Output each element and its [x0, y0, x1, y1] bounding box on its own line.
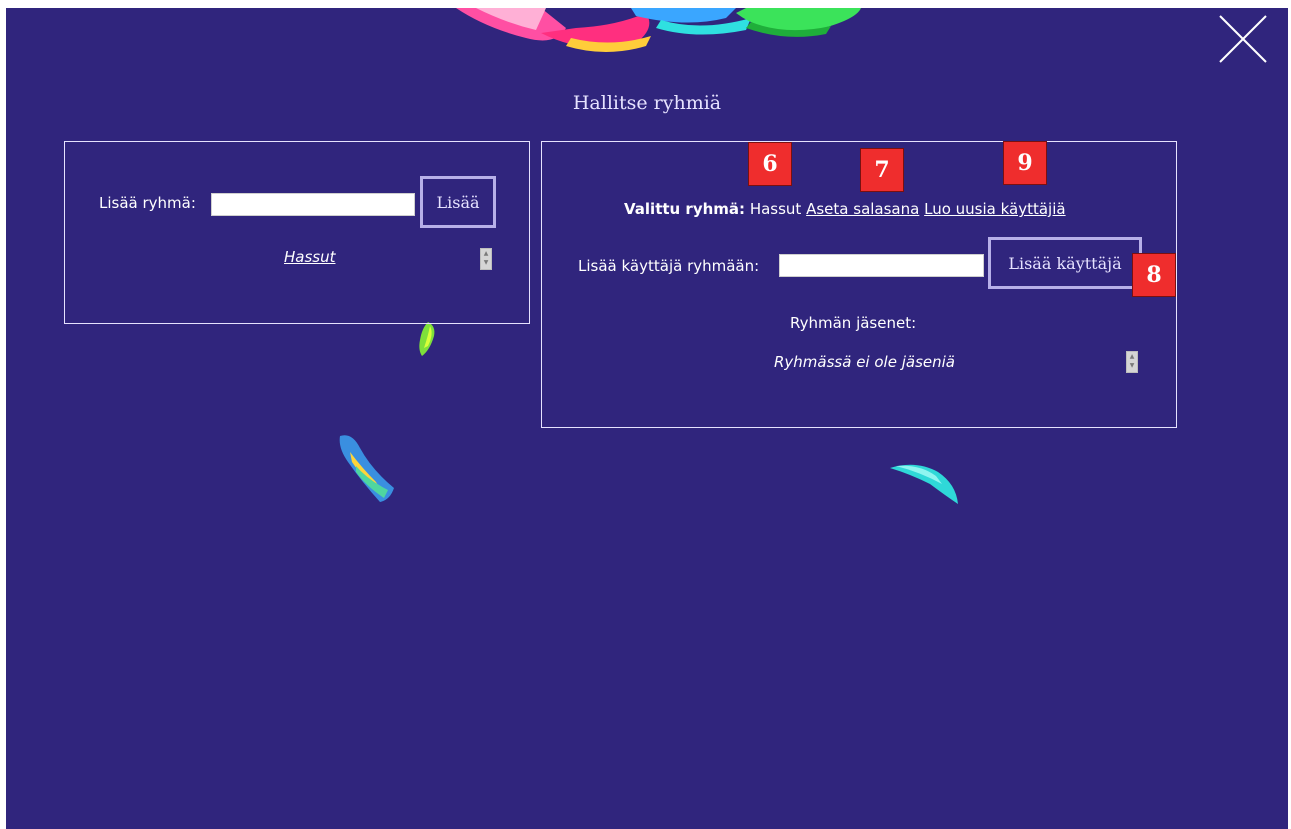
- spin-down-icon: ▼: [1129, 362, 1135, 369]
- annotation-badge-8: 8: [1132, 253, 1176, 297]
- close-button[interactable]: [1218, 14, 1268, 64]
- selected-group-row: Valittu ryhmä: Hassut Aseta salasana Luo…: [624, 200, 1066, 218]
- group-list-item[interactable]: Hassut: [284, 248, 336, 266]
- add-group-input[interactable]: [211, 193, 415, 216]
- selected-group-panel: Valittu ryhmä: Hassut Aseta salasana Luo…: [541, 141, 1177, 428]
- page-title: Hallitse ryhmiä: [572, 92, 722, 114]
- close-x-icon: [1219, 15, 1267, 63]
- selected-group-name: Hassut: [749, 200, 802, 218]
- members-heading: Ryhmän jäsenet:: [790, 314, 917, 332]
- add-group-panel: Lisää ryhmä: Lisää Hassut ▲ ▼: [64, 141, 530, 324]
- members-list-spinner[interactable]: ▲ ▼: [1126, 351, 1138, 373]
- annotation-badge-9: 9: [1003, 141, 1047, 185]
- group-list-spinner[interactable]: ▲ ▼: [480, 248, 492, 270]
- add-user-label: Lisää käyttäjä ryhmään:: [578, 257, 760, 275]
- group-list[interactable]: Hassut ▲ ▼: [65, 242, 505, 272]
- paint-stroke-green: [419, 322, 435, 356]
- paint-stroke-cyan: [890, 464, 958, 504]
- add-user-button[interactable]: Lisää käyttäjä: [988, 237, 1142, 289]
- spin-down-icon: ▼: [483, 259, 489, 266]
- spin-up-icon: ▲: [1129, 353, 1135, 360]
- add-group-button[interactable]: Lisää: [420, 176, 496, 228]
- create-users-link[interactable]: Luo uusia käyttäjiä: [924, 200, 1065, 218]
- paint-splash-top: [456, 8, 861, 52]
- members-empty-text: Ryhmässä ei ole jäseniä: [774, 353, 955, 371]
- paint-stroke-multicolor: [339, 435, 394, 502]
- group-management-view: Hallitse ryhmiä Lisää ryhmä: Lisää Hassu…: [6, 8, 1288, 829]
- add-user-input[interactable]: [779, 254, 984, 277]
- selected-group-label: Valittu ryhmä:: [624, 200, 746, 218]
- annotation-badge-7: 7: [860, 148, 904, 192]
- set-password-link[interactable]: Aseta salasana: [806, 200, 919, 218]
- add-group-label: Lisää ryhmä:: [99, 194, 196, 212]
- annotation-badge-6: 6: [748, 142, 792, 186]
- spin-up-icon: ▲: [483, 250, 489, 257]
- members-list[interactable]: Ryhmässä ei ole jäseniä ▲ ▼: [542, 342, 1162, 373]
